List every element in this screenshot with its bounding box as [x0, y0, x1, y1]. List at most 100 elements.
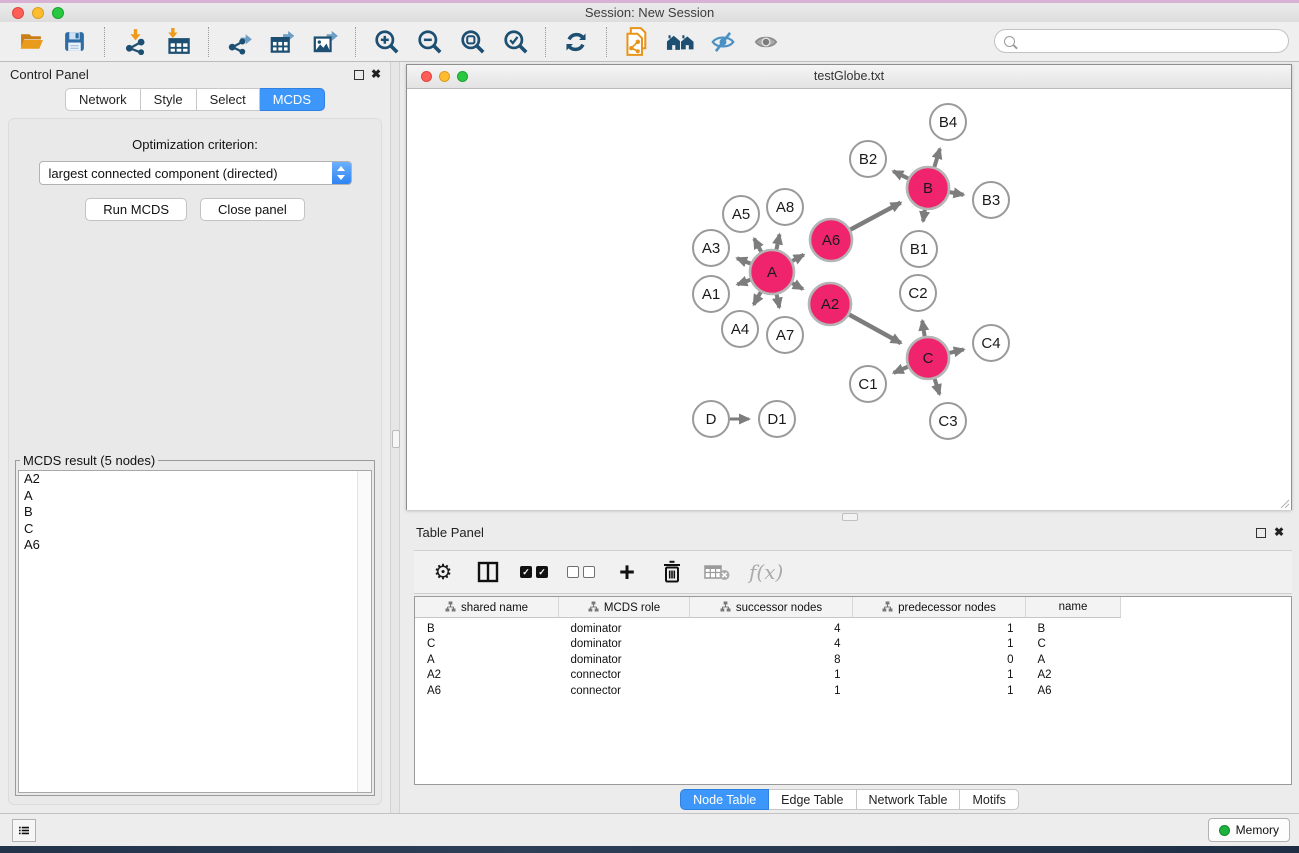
float-panel-icon[interactable]: [354, 70, 364, 80]
first-neighbors-button[interactable]: [663, 26, 697, 58]
close-panel-icon[interactable]: ✖: [1274, 525, 1284, 539]
memory-button[interactable]: Memory: [1208, 818, 1290, 842]
column-header-name[interactable]: name: [1026, 597, 1121, 618]
graph-edge-C-C3[interactable]: [935, 379, 940, 394]
table-cell[interactable]: 4: [690, 618, 853, 637]
create-column-button[interactable]: +: [614, 557, 640, 587]
graph-edge-A-A8[interactable]: [777, 234, 780, 249]
table-settings-button[interactable]: ⚙: [430, 557, 456, 587]
table-cell[interactable]: 1: [690, 668, 853, 684]
tab-style[interactable]: Style: [141, 88, 197, 111]
table-cell[interactable]: dominator: [559, 618, 690, 637]
graph-edge-A-A4[interactable]: [754, 292, 761, 305]
table-cell[interactable]: C: [415, 637, 559, 653]
graph-edge-B-B1[interactable]: [923, 210, 925, 222]
zoom-selected-button[interactable]: [498, 26, 532, 58]
export-table-button[interactable]: [265, 26, 299, 58]
apply-layout-button[interactable]: [559, 26, 593, 58]
table-cell[interactable]: 1: [690, 683, 853, 699]
tab-network-table[interactable]: Network Table: [857, 789, 961, 810]
delete-columns-button[interactable]: [659, 557, 685, 587]
network-canvas[interactable]: AA1A2A3A4A5A6A7A8BB1B2B3B4CC1C2C3C4DD1: [407, 89, 1291, 510]
graph-edge-B-B3[interactable]: [950, 192, 964, 195]
graph-edge-A-A6[interactable]: [792, 255, 804, 261]
column-header-MCDS-role[interactable]: MCDS role: [559, 597, 690, 618]
import-network-button[interactable]: [118, 26, 152, 58]
search-input[interactable]: [1015, 32, 1288, 50]
splitter-grip[interactable]: [392, 430, 400, 448]
new-network-from-selection-button[interactable]: [620, 26, 654, 58]
table-cell[interactable]: 1: [853, 637, 1026, 653]
table-cell[interactable]: C: [1026, 637, 1121, 653]
table-cell[interactable]: 1: [853, 683, 1026, 699]
table-cell[interactable]: B: [1026, 618, 1121, 637]
horizontal-splitter[interactable]: [400, 512, 1299, 520]
column-header-shared-name[interactable]: shared name: [415, 597, 559, 618]
graph-edge-B-B4[interactable]: [934, 149, 939, 167]
graph-edge-C-C2[interactable]: [922, 321, 924, 337]
result-list-item[interactable]: C: [19, 521, 371, 538]
table-cell[interactable]: 0: [853, 652, 1026, 668]
optimization-criterion-select[interactable]: largest connected component (directed): [39, 161, 352, 185]
table-cell[interactable]: A: [415, 652, 559, 668]
table-cell[interactable]: 4: [690, 637, 853, 653]
graph-edge-B-B2[interactable]: [893, 171, 908, 178]
float-panel-icon[interactable]: [1256, 528, 1266, 538]
graph-edge-A6-B[interactable]: [850, 203, 900, 230]
result-list-scrollbar[interactable]: [357, 471, 371, 792]
table-cell[interactable]: A2: [415, 668, 559, 684]
column-header-successor-nodes[interactable]: successor nodes: [690, 597, 853, 618]
search-field[interactable]: [994, 29, 1289, 53]
minimize-window-button[interactable]: [32, 7, 44, 19]
graph-edge-C-C4[interactable]: [949, 349, 963, 352]
select-all-columns-button[interactable]: ✓✓: [520, 557, 548, 587]
show-all-button[interactable]: [749, 26, 783, 58]
table-cell[interactable]: B: [415, 618, 559, 637]
close-network-button[interactable]: [421, 71, 432, 82]
table-cell[interactable]: A6: [415, 683, 559, 699]
maximize-window-button[interactable]: [52, 7, 64, 19]
result-list-item[interactable]: B: [19, 504, 371, 521]
table-cell[interactable]: 1: [853, 668, 1026, 684]
column-header-predecessor-nodes[interactable]: predecessor nodes: [853, 597, 1026, 618]
close-window-button[interactable]: [12, 7, 24, 19]
table-cell[interactable]: connector: [559, 668, 690, 684]
tab-mcds[interactable]: MCDS: [260, 88, 325, 111]
table-row[interactable]: Cdominator41C: [415, 637, 1145, 653]
tab-node-table[interactable]: Node Table: [680, 789, 769, 810]
unselect-all-columns-button[interactable]: [567, 557, 595, 587]
result-list-item[interactable]: A: [19, 488, 371, 505]
graph-edge-A-A5[interactable]: [754, 239, 761, 252]
network-window-titlebar[interactable]: testGlobe.txt: [407, 65, 1291, 89]
export-image-button[interactable]: [308, 26, 342, 58]
import-table-button[interactable]: [161, 26, 195, 58]
export-network-button[interactable]: [222, 26, 256, 58]
table-cell[interactable]: connector: [559, 683, 690, 699]
function-builder-button[interactable]: f(x): [749, 557, 783, 587]
result-list-item[interactable]: A2: [19, 471, 371, 488]
open-session-button[interactable]: [14, 26, 48, 58]
tab-select[interactable]: Select: [197, 88, 260, 111]
mcds-result-list[interactable]: A2ABCA6: [18, 470, 372, 793]
table-cell[interactable]: A2: [1026, 668, 1121, 684]
table-cell[interactable]: dominator: [559, 652, 690, 668]
table-row[interactable]: A2connector11A2: [415, 668, 1145, 684]
table-cell[interactable]: A: [1026, 652, 1121, 668]
run-mcds-button[interactable]: Run MCDS: [85, 198, 187, 221]
table-cell[interactable]: 1: [853, 618, 1026, 637]
task-history-button[interactable]: [12, 819, 36, 842]
save-session-button[interactable]: [57, 26, 91, 58]
result-list-item[interactable]: A6: [19, 537, 371, 554]
minimize-network-button[interactable]: [439, 71, 450, 82]
table-cell[interactable]: A6: [1026, 683, 1121, 699]
graph-edge-A-A7[interactable]: [777, 295, 780, 308]
zoom-in-button[interactable]: [369, 26, 403, 58]
table-cell[interactable]: dominator: [559, 637, 690, 653]
graph-edge-A-A2[interactable]: [792, 283, 803, 289]
graph-edge-A2-C[interactable]: [849, 315, 901, 343]
table-cell[interactable]: 8: [690, 652, 853, 668]
graph-edge-A-A3[interactable]: [737, 258, 751, 263]
close-panel-button[interactable]: Close panel: [200, 198, 305, 221]
graph-edge-A-A1[interactable]: [737, 280, 750, 285]
resize-grip-icon[interactable]: [1279, 498, 1290, 509]
